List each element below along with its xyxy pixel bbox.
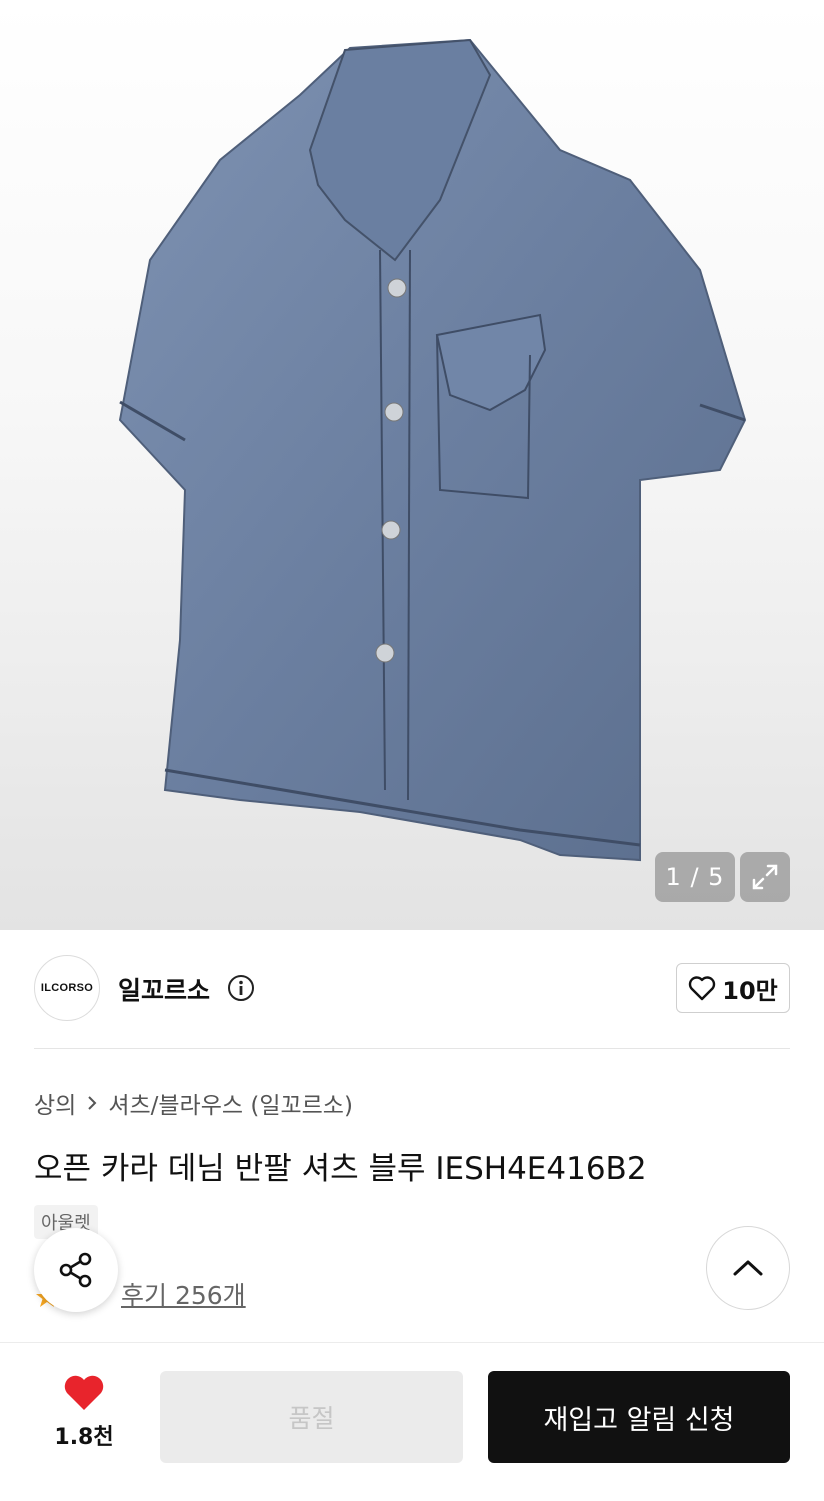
restock-alert-button[interactable]: 재입고 알림 신청 (488, 1371, 790, 1463)
brand-row: ILCORSO 일꼬르소 10만 (34, 955, 790, 1023)
bottom-action-bar: 1.8천 품절 재입고 알림 신청 (0, 1342, 824, 1501)
chevron-right-icon (88, 1096, 97, 1110)
heart-outline-icon (689, 976, 716, 1001)
breadcrumb-subcategory[interactable]: 셔츠/블라우스 (일꼬르소) (108, 1086, 353, 1120)
info-icon[interactable] (227, 974, 255, 1002)
brand-name[interactable]: 일꼬르소 (118, 971, 210, 1007)
image-counter: 1 / 5 (655, 852, 735, 902)
expand-icon (752, 864, 778, 890)
breadcrumb-category[interactable]: 상의 (34, 1086, 76, 1120)
share-icon (59, 1252, 92, 1288)
heart-filled-icon (64, 1375, 104, 1410)
review-link[interactable]: 후기 256개 (121, 1276, 246, 1312)
product-image-gallery[interactable]: 1 / 5 (0, 0, 824, 930)
chevron-up-icon (733, 1260, 763, 1276)
wish-count: 1.8천 (54, 1425, 114, 1450)
denim-shirt-image (118, 38, 747, 862)
breadcrumb: 상의 셔츠/블라우스 (일꼬르소) (34, 1086, 353, 1120)
brand-like-button[interactable]: 10만 (676, 963, 790, 1013)
brand-like-count: 10만 (722, 976, 778, 1005)
expand-image-button[interactable] (740, 852, 790, 902)
share-button[interactable] (34, 1228, 118, 1312)
brand-logo[interactable]: ILCORSO (34, 955, 100, 1021)
soldout-button: 품절 (160, 1371, 463, 1463)
product-title: 오픈 카라 데님 반팔 셔츠 블루 IESH4E416B2 (34, 1151, 647, 1187)
wish-button[interactable]: 1.8천 (44, 1373, 124, 1451)
scroll-top-button[interactable] (706, 1226, 790, 1310)
divider (34, 1048, 790, 1049)
